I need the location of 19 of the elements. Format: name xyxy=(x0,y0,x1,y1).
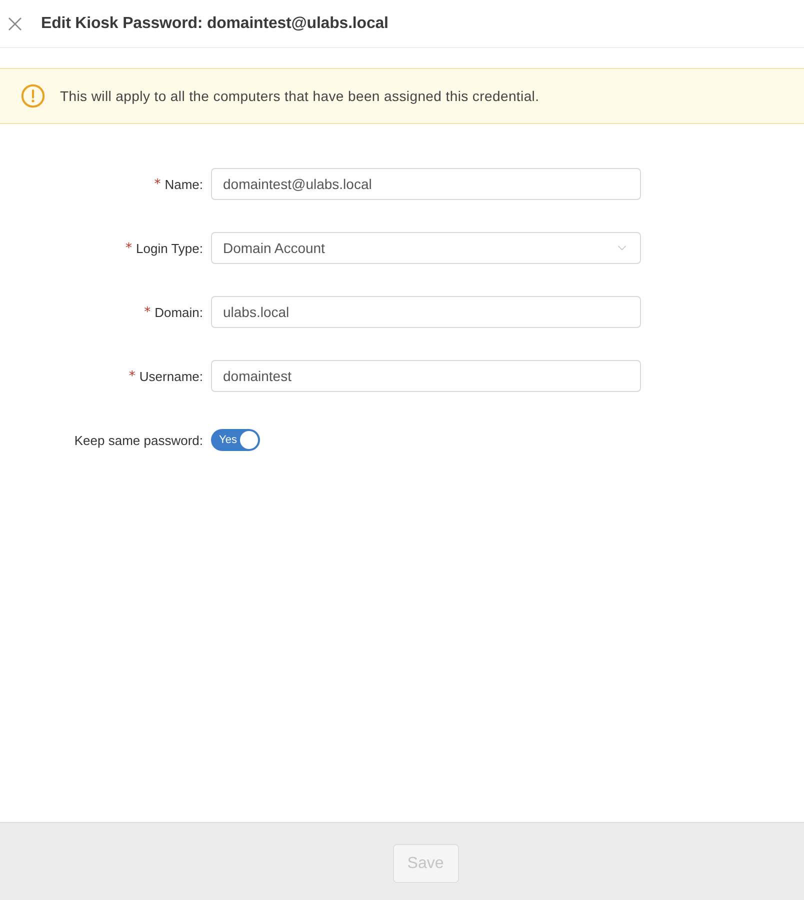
close-button[interactable] xyxy=(8,16,22,30)
text-field[interactable]: ulabs.local xyxy=(211,296,641,328)
toggle-switch[interactable]: Yes xyxy=(211,429,260,451)
field-label: Name: xyxy=(164,176,203,192)
select-field[interactable]: Domain Account xyxy=(211,232,641,264)
required-asterisk: * xyxy=(154,178,161,190)
close-icon xyxy=(8,16,22,30)
field-label: Login Type: xyxy=(136,240,203,256)
field-label: Domain: xyxy=(154,304,203,320)
required-asterisk: * xyxy=(126,242,132,254)
field-label: Username: xyxy=(139,368,203,384)
required-asterisk: * xyxy=(128,370,136,382)
text-field[interactable]: domaintest@ulabs.local xyxy=(211,168,641,200)
required-asterisk: * xyxy=(144,306,151,318)
text-field[interactable]: domaintest xyxy=(211,360,641,392)
dialog-title: Edit Kiosk Password: domaintest@ulabs.local xyxy=(41,14,388,32)
warning-icon xyxy=(21,84,45,108)
field-label: Keep same password: xyxy=(74,432,203,448)
warning-message: This will apply to all the computers that have been assigned this credential. xyxy=(60,88,540,104)
